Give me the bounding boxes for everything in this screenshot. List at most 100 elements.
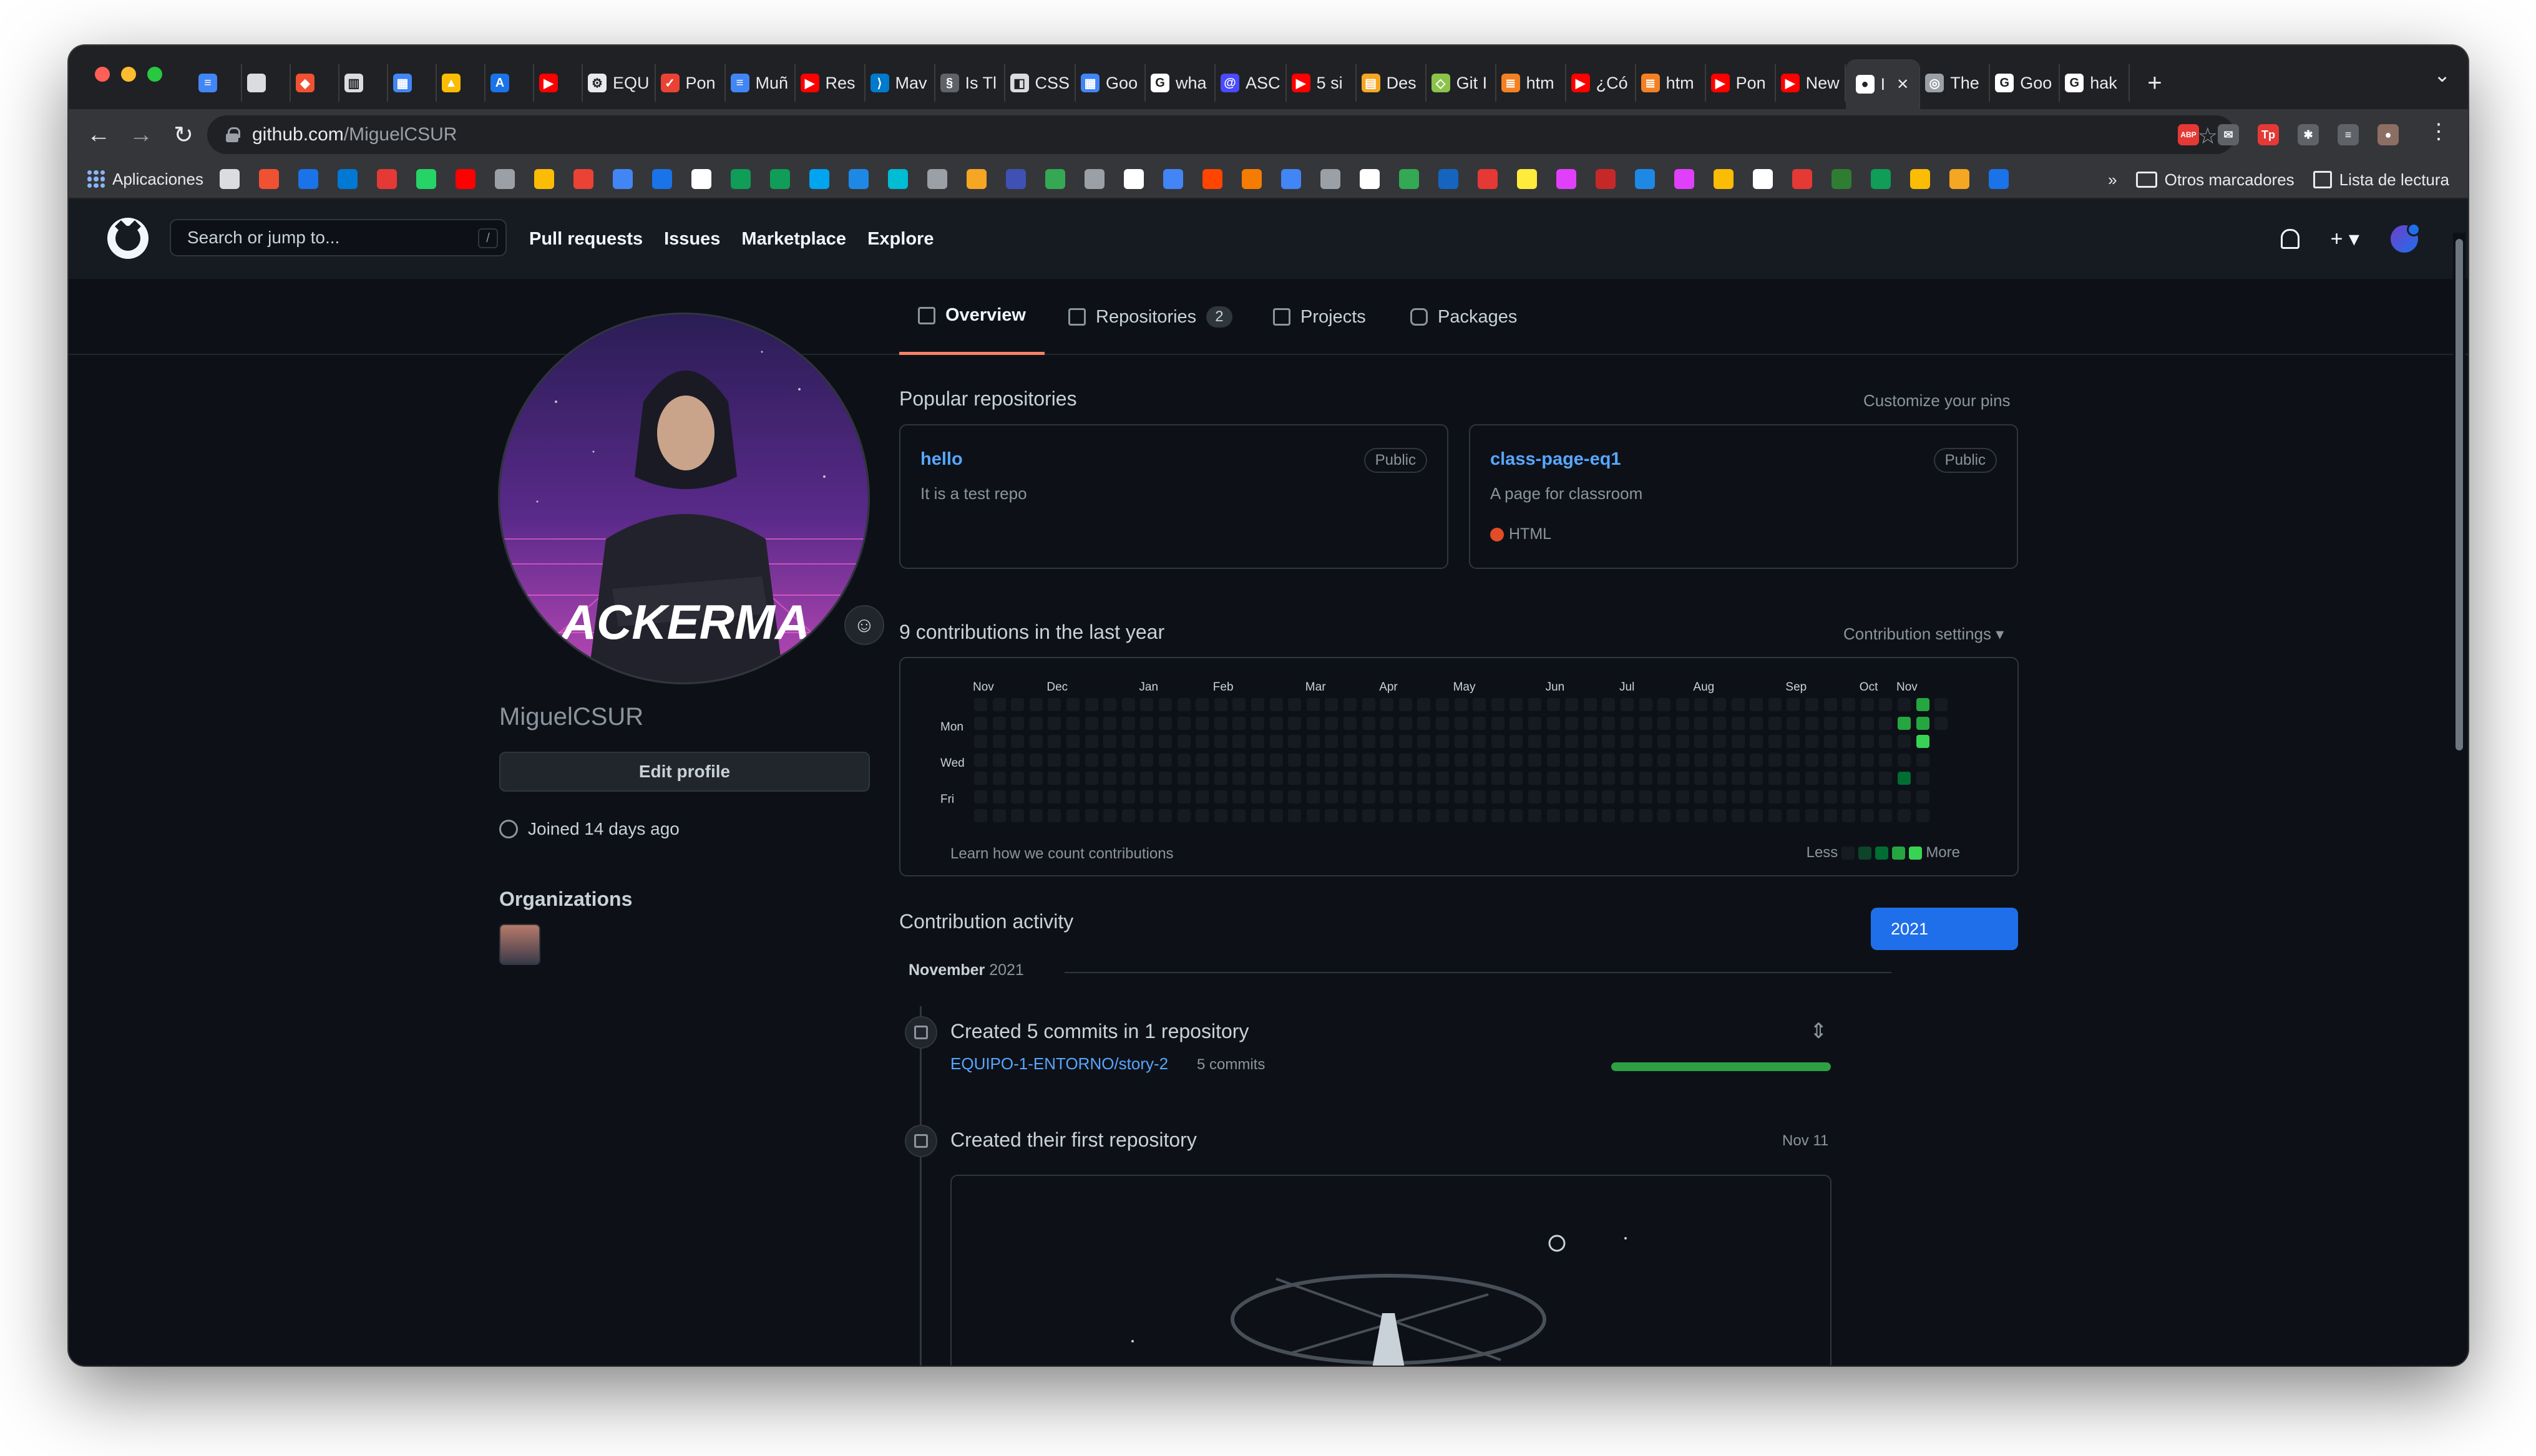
contribution-cell[interactable] xyxy=(1694,698,1708,711)
contribution-cell[interactable] xyxy=(1787,790,1800,803)
contribution-cell[interactable] xyxy=(1325,753,1339,767)
contribution-cell[interactable] xyxy=(1121,808,1135,822)
contribution-cell[interactable] xyxy=(1454,753,1468,767)
bookmark-icon[interactable] xyxy=(1241,169,1262,189)
contribution-cell[interactable] xyxy=(1546,772,1560,785)
contribution-cell[interactable] xyxy=(1103,790,1117,803)
commit-repo-link[interactable]: EQUIPO-1-ENTORNO/story-2 xyxy=(950,1054,1168,1074)
contribution-cell[interactable] xyxy=(1196,808,1209,822)
edit-profile-button[interactable]: Edit profile xyxy=(499,752,870,792)
contribution-cell[interactable] xyxy=(1048,772,1061,785)
contribution-cell[interactable] xyxy=(1232,698,1246,711)
contribution-cell[interactable] xyxy=(1196,772,1209,785)
contribution-cell[interactable] xyxy=(1583,790,1597,803)
contribution-cell[interactable] xyxy=(1657,753,1671,767)
contribution-cell[interactable] xyxy=(974,753,987,767)
contribution-cell[interactable] xyxy=(1805,698,1818,711)
contribution-cell[interactable] xyxy=(1398,735,1412,749)
reload-button[interactable]: ↻ xyxy=(171,121,196,149)
browser-tab[interactable]: A xyxy=(485,64,534,102)
contribution-cell[interactable] xyxy=(992,753,1006,767)
contribution-cell[interactable] xyxy=(1934,716,1948,730)
contribution-cell[interactable] xyxy=(1085,790,1098,803)
browser-tab[interactable]: ✓ Pon xyxy=(656,64,726,102)
browser-tab[interactable]: ◎ The xyxy=(1920,64,1991,102)
back-button[interactable]: ← xyxy=(86,122,111,148)
browser-tab[interactable]: ▶ ¿Có xyxy=(1566,64,1636,102)
contribution-cell[interactable] xyxy=(1159,753,1172,767)
contribution-cell[interactable] xyxy=(1657,716,1671,730)
bookmark-icon[interactable] xyxy=(298,169,318,189)
contribution-cell[interactable] xyxy=(1454,772,1468,785)
contribution-cell[interactable] xyxy=(1879,790,1893,803)
contribution-cell[interactable] xyxy=(1011,735,1025,749)
year-2021-button[interactable]: 2021 xyxy=(1871,908,2018,950)
contribution-cell[interactable] xyxy=(1048,753,1061,767)
contribution-cell[interactable] xyxy=(1768,808,1782,822)
contribution-cell[interactable] xyxy=(1029,735,1043,749)
contribution-cell[interactable] xyxy=(1344,790,1357,803)
contribution-settings-dropdown[interactable]: Contribution settings ▾ xyxy=(1843,624,2004,644)
contribution-cell[interactable] xyxy=(1916,735,1929,749)
contribution-cell[interactable] xyxy=(1306,753,1320,767)
contribution-cell[interactable] xyxy=(1787,716,1800,730)
contribution-cell[interactable] xyxy=(1898,753,1911,767)
contribution-cell[interactable] xyxy=(1916,772,1929,785)
contribution-cell[interactable] xyxy=(1639,772,1652,785)
bookmark-icon[interactable] xyxy=(1477,169,1498,189)
contribution-cell[interactable] xyxy=(1380,808,1394,822)
contribution-cell[interactable] xyxy=(1731,716,1745,730)
bookmark-icon[interactable] xyxy=(1516,169,1537,189)
contribution-cell[interactable] xyxy=(1546,753,1560,767)
contribution-cell[interactable] xyxy=(1509,772,1523,785)
bookmark-icon[interactable] xyxy=(219,169,240,189)
contribution-cell[interactable] xyxy=(1768,716,1782,730)
contribution-cell[interactable] xyxy=(1473,790,1486,803)
contribution-cell[interactable] xyxy=(1898,808,1911,822)
contribution-cell[interactable] xyxy=(1805,808,1818,822)
contribution-cell[interactable] xyxy=(1491,735,1505,749)
contribution-cell[interactable] xyxy=(1121,698,1135,711)
contribution-cell[interactable] xyxy=(1251,753,1264,767)
contribution-cell[interactable] xyxy=(1528,772,1541,785)
contribution-cell[interactable] xyxy=(1417,753,1431,767)
contribution-cell[interactable] xyxy=(1639,790,1652,803)
contribution-cell[interactable] xyxy=(1750,808,1763,822)
repo-preview-card[interactable] xyxy=(950,1175,1831,1366)
contribution-cell[interactable] xyxy=(1251,716,1264,730)
contribution-cell[interactable] xyxy=(1251,735,1264,749)
contribution-cell[interactable] xyxy=(1085,808,1098,822)
close-window-button[interactable] xyxy=(95,67,110,82)
contribution-cell[interactable] xyxy=(1269,808,1283,822)
bookmark-icon[interactable] xyxy=(494,169,515,189)
contribution-cell[interactable] xyxy=(1860,790,1874,803)
contribution-cell[interactable] xyxy=(1657,790,1671,803)
contribution-cell[interactable] xyxy=(1528,808,1541,822)
contribution-cell[interactable] xyxy=(1140,772,1154,785)
contribution-cell[interactable] xyxy=(1398,772,1412,785)
contribution-cell[interactable] xyxy=(1860,772,1874,785)
contribution-cell[interactable] xyxy=(1491,698,1505,711)
contribution-cell[interactable] xyxy=(1103,772,1117,785)
contribution-cell[interactable] xyxy=(1029,808,1043,822)
scrollbar-thumb[interactable] xyxy=(2456,239,2463,750)
contribution-cell[interactable] xyxy=(1066,772,1080,785)
contribution-cell[interactable] xyxy=(1621,753,1634,767)
contribution-cell[interactable] xyxy=(1768,735,1782,749)
minimize-window-button[interactable] xyxy=(121,67,136,82)
contribution-cell[interactable] xyxy=(1417,735,1431,749)
contribution-cell[interactable] xyxy=(1159,790,1172,803)
contribution-cell[interactable] xyxy=(1805,790,1818,803)
contribution-cell[interactable] xyxy=(1860,753,1874,767)
contribution-cell[interactable] xyxy=(1842,808,1856,822)
contribution-cell[interactable] xyxy=(1306,790,1320,803)
tab-close-icon[interactable]: ✕ xyxy=(1896,75,1909,94)
browser-tab[interactable]: ≣ htm xyxy=(1636,64,1706,102)
contribution-cell[interactable] xyxy=(1196,698,1209,711)
contribution-cell[interactable] xyxy=(1583,698,1597,711)
contribution-cell[interactable] xyxy=(1823,808,1837,822)
contribution-cell[interactable] xyxy=(1066,753,1080,767)
contribution-cell[interactable] xyxy=(1398,716,1412,730)
contribution-cell[interactable] xyxy=(1159,735,1172,749)
repo-link[interactable]: class-page-eq1 xyxy=(1490,449,1621,470)
